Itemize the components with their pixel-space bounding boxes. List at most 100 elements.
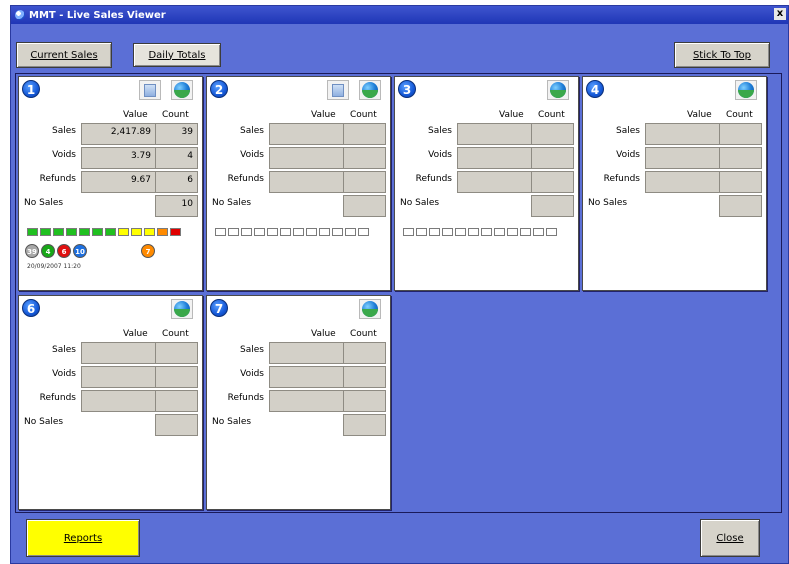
status-led (241, 228, 252, 236)
row-label-sales: Sales (52, 345, 76, 355)
count-column-header: Count (726, 110, 753, 120)
status-led (79, 228, 90, 236)
globe-graphic (362, 301, 378, 317)
globe-icon[interactable] (547, 80, 569, 100)
status-led (533, 228, 544, 236)
count-cell (155, 390, 198, 412)
count-cell: 39 (155, 123, 198, 145)
count-cell (531, 123, 574, 145)
status-led-bar (27, 228, 181, 236)
value-column-header: Value (123, 329, 148, 339)
value-cell: 2,417.89 (81, 123, 156, 145)
status-led (468, 228, 479, 236)
status-led (358, 228, 369, 236)
value-cell (457, 171, 532, 193)
count-cell (343, 366, 386, 388)
terminal-number-badge: 4 (586, 80, 604, 98)
row-label-sales: Sales (52, 126, 76, 136)
globe-graphic (550, 82, 566, 98)
count-cell (343, 195, 386, 217)
globe-graphic (174, 82, 190, 98)
value-cell (645, 171, 720, 193)
status-led (66, 228, 77, 236)
status-count-circle: 39 (25, 244, 39, 258)
status-led (170, 228, 181, 236)
count-cell: 10 (155, 195, 198, 217)
stick-to-top-button[interactable]: Stick To Top (674, 42, 770, 68)
status-led (546, 228, 557, 236)
terminal-panel[interactable]: 6 Value Count Sales Voids Refunds No Sales (18, 295, 203, 510)
terminal-panel[interactable]: 4 Value Count Sales Voids Refunds No Sales (582, 76, 767, 291)
terminal-panel[interactable]: 2 Value Count Sales Voids Refunds No Sales (206, 76, 391, 291)
close-icon[interactable]: x (774, 8, 786, 20)
status-led (455, 228, 466, 236)
value-cell (269, 171, 344, 193)
close-button[interactable]: Close (700, 519, 760, 557)
value-cell: 9.67 (81, 171, 156, 193)
count-cell (719, 195, 762, 217)
status-led (319, 228, 330, 236)
current-sales-button[interactable]: Current Sales (16, 42, 112, 68)
count-cell (719, 147, 762, 169)
value-column-header: Value (311, 329, 336, 339)
daily-totals-button[interactable]: Daily Totals (133, 43, 221, 67)
terminal-panel[interactable]: 1 Value Count Sales 2,417.89 39 Voids 3.79 4 Refu… (18, 76, 203, 291)
value-cell: 3.79 (81, 147, 156, 169)
status-led (228, 228, 239, 236)
row-label-refunds: Refunds (227, 393, 264, 403)
status-led-bar (215, 228, 369, 236)
document-icon (332, 83, 344, 97)
status-led (403, 228, 414, 236)
status-led (144, 228, 155, 236)
row-label-voids: Voids (52, 150, 76, 160)
globe-icon[interactable] (359, 299, 381, 319)
status-led (416, 228, 427, 236)
globe-icon[interactable] (735, 80, 757, 100)
value-cell (81, 342, 156, 364)
row-label-voids: Voids (428, 150, 452, 160)
status-led (105, 228, 116, 236)
terminal-number-badge: 2 (210, 80, 228, 98)
globe-icon[interactable] (359, 80, 381, 100)
app-icon (15, 10, 25, 20)
row-label-sales: Sales (616, 126, 640, 136)
row-label-refunds: Refunds (415, 174, 452, 184)
status-led (131, 228, 142, 236)
status-led (280, 228, 291, 236)
row-label-sales: Sales (428, 126, 452, 136)
globe-icon[interactable] (171, 80, 193, 100)
count-cell (531, 147, 574, 169)
row-label-voids: Voids (240, 150, 264, 160)
status-led (429, 228, 440, 236)
receipt-icon[interactable] (327, 80, 349, 100)
status-led (481, 228, 492, 236)
receipt-icon[interactable] (139, 80, 161, 100)
count-column-header: Count (350, 329, 377, 339)
status-led (507, 228, 518, 236)
terminal-panel[interactable]: 3 Value Count Sales Voids Refunds No Sales (394, 76, 579, 291)
status-led (306, 228, 317, 236)
row-label-sales: Sales (240, 345, 264, 355)
count-cell: 4 (155, 147, 198, 169)
status-count-circle: 10 (73, 244, 87, 258)
row-label-no-sales: No Sales (212, 417, 252, 427)
row-label-voids: Voids (240, 369, 264, 379)
row-label-no-sales: No Sales (588, 198, 628, 208)
count-cell (343, 390, 386, 412)
row-label-refunds: Refunds (39, 393, 76, 403)
value-column-header: Value (123, 110, 148, 120)
count-cell (343, 414, 386, 436)
count-cell (343, 342, 386, 364)
terminal-number-badge: 7 (210, 299, 228, 317)
globe-icon[interactable] (171, 299, 193, 319)
globe-graphic (362, 82, 378, 98)
count-cell (531, 171, 574, 193)
count-column-header: Count (350, 110, 377, 120)
terminal-panel[interactable]: 7 Value Count Sales Voids Refunds No Sales (206, 295, 391, 510)
status-led (40, 228, 51, 236)
status-led (215, 228, 226, 236)
globe-graphic (174, 301, 190, 317)
reports-button[interactable]: Reports (26, 519, 140, 557)
count-column-header: Count (162, 329, 189, 339)
row-label-no-sales: No Sales (24, 417, 64, 427)
